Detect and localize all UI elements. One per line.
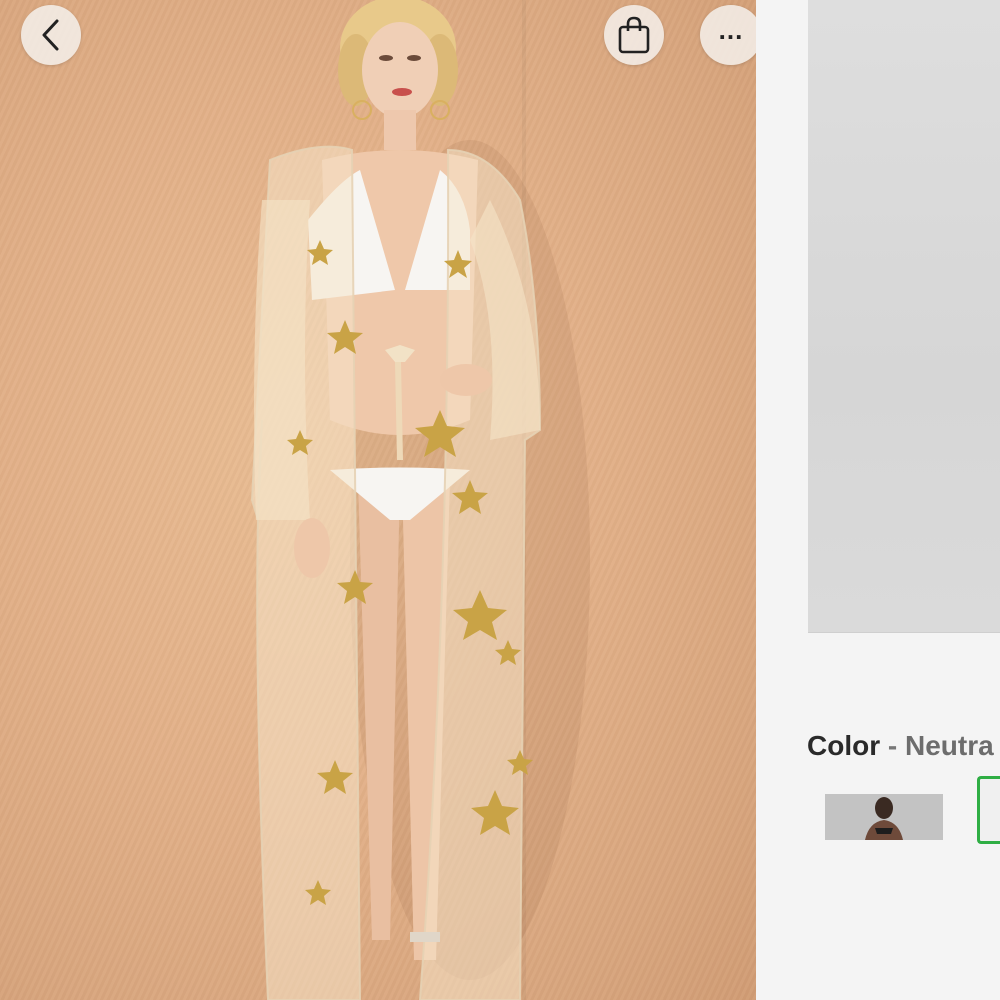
more-dots-icon: ...	[718, 15, 744, 45]
product-details-panel: Color - Neutra	[756, 0, 1000, 1000]
color-separator: -	[887, 730, 898, 761]
swatch-model-thumbnail	[825, 794, 943, 840]
model-illustration	[250, 0, 590, 1000]
more-options-button[interactable]: ...	[700, 5, 756, 65]
back-button[interactable]	[21, 5, 81, 65]
secondary-product-image[interactable]	[808, 0, 1000, 633]
color-value: Neutra	[905, 730, 994, 761]
color-swatch-selected[interactable]	[977, 776, 1000, 844]
shopping-bag-button[interactable]	[604, 5, 664, 65]
color-label: Color	[807, 730, 881, 761]
color-option-label: Color - Neutra	[807, 730, 994, 762]
color-swatch[interactable]	[825, 794, 943, 840]
shopping-bag-icon	[618, 16, 650, 54]
chevron-left-icon	[42, 19, 59, 51]
product-photo[interactable]: ...	[0, 0, 756, 1000]
